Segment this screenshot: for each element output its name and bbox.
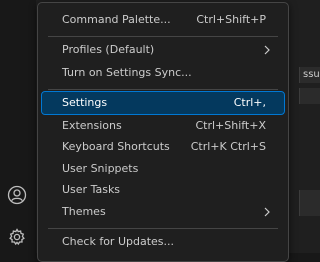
menu-item-shortcut: Ctrl+Shift+X [195, 115, 266, 137]
menu-separator [48, 89, 278, 90]
background-tab-label: ssue [303, 67, 320, 83]
menu-item-themes[interactable]: Themes [42, 201, 284, 223]
menu-item-label: Profiles (Default) [62, 39, 154, 61]
activity-bar [0, 0, 37, 253]
menu-separator [48, 36, 278, 37]
menu-item-settings-sync[interactable]: Turn on Settings Sync... [42, 62, 284, 84]
background-tab-secondary [299, 88, 320, 104]
menu-item-shortcut: Ctrl+K Ctrl+S [191, 136, 266, 158]
menu-item-settings[interactable]: Settings Ctrl+, [42, 92, 284, 114]
menu-item-label: Extensions [62, 115, 122, 137]
menu-item-label: Themes [62, 201, 106, 223]
background-panel-edge [299, 190, 320, 216]
menu-item-extensions[interactable]: Extensions Ctrl+Shift+X [42, 115, 284, 137]
menu-item-command-palette[interactable]: Command Palette... Ctrl+Shift+P [42, 9, 284, 31]
menu-item-label: Command Palette... [62, 9, 171, 31]
menu-item-user-tasks[interactable]: User Tasks [42, 179, 284, 201]
menu-item-label: Settings [62, 92, 107, 114]
menu-item-shortcut: Ctrl+, [234, 92, 266, 114]
menu-item-profiles[interactable]: Profiles (Default) [42, 39, 284, 61]
menu-item-label: Check for Updates... [62, 231, 174, 253]
account-icon[interactable] [5, 183, 29, 207]
menu-item-label: User Tasks [62, 179, 120, 201]
chevron-right-icon [262, 201, 272, 223]
menu-item-shortcut: Ctrl+Shift+P [196, 9, 266, 31]
background-tab[interactable]: ssue [299, 67, 320, 83]
menu-item-keyboard-shortcuts[interactable]: Keyboard Shortcuts Ctrl+K Ctrl+S [42, 136, 284, 158]
manage-context-menu: Command Palette... Ctrl+Shift+P Profiles… [37, 2, 289, 262]
menu-separator [48, 228, 278, 229]
chevron-right-icon [262, 39, 272, 61]
menu-item-check-updates[interactable]: Check for Updates... [42, 231, 284, 253]
menu-item-user-snippets[interactable]: User Snippets [42, 158, 284, 180]
menu-item-label: Turn on Settings Sync... [62, 62, 192, 84]
menu-item-label: User Snippets [62, 158, 138, 180]
menu-item-label: Keyboard Shortcuts [62, 136, 170, 158]
manage-gear-icon[interactable] [5, 225, 29, 249]
